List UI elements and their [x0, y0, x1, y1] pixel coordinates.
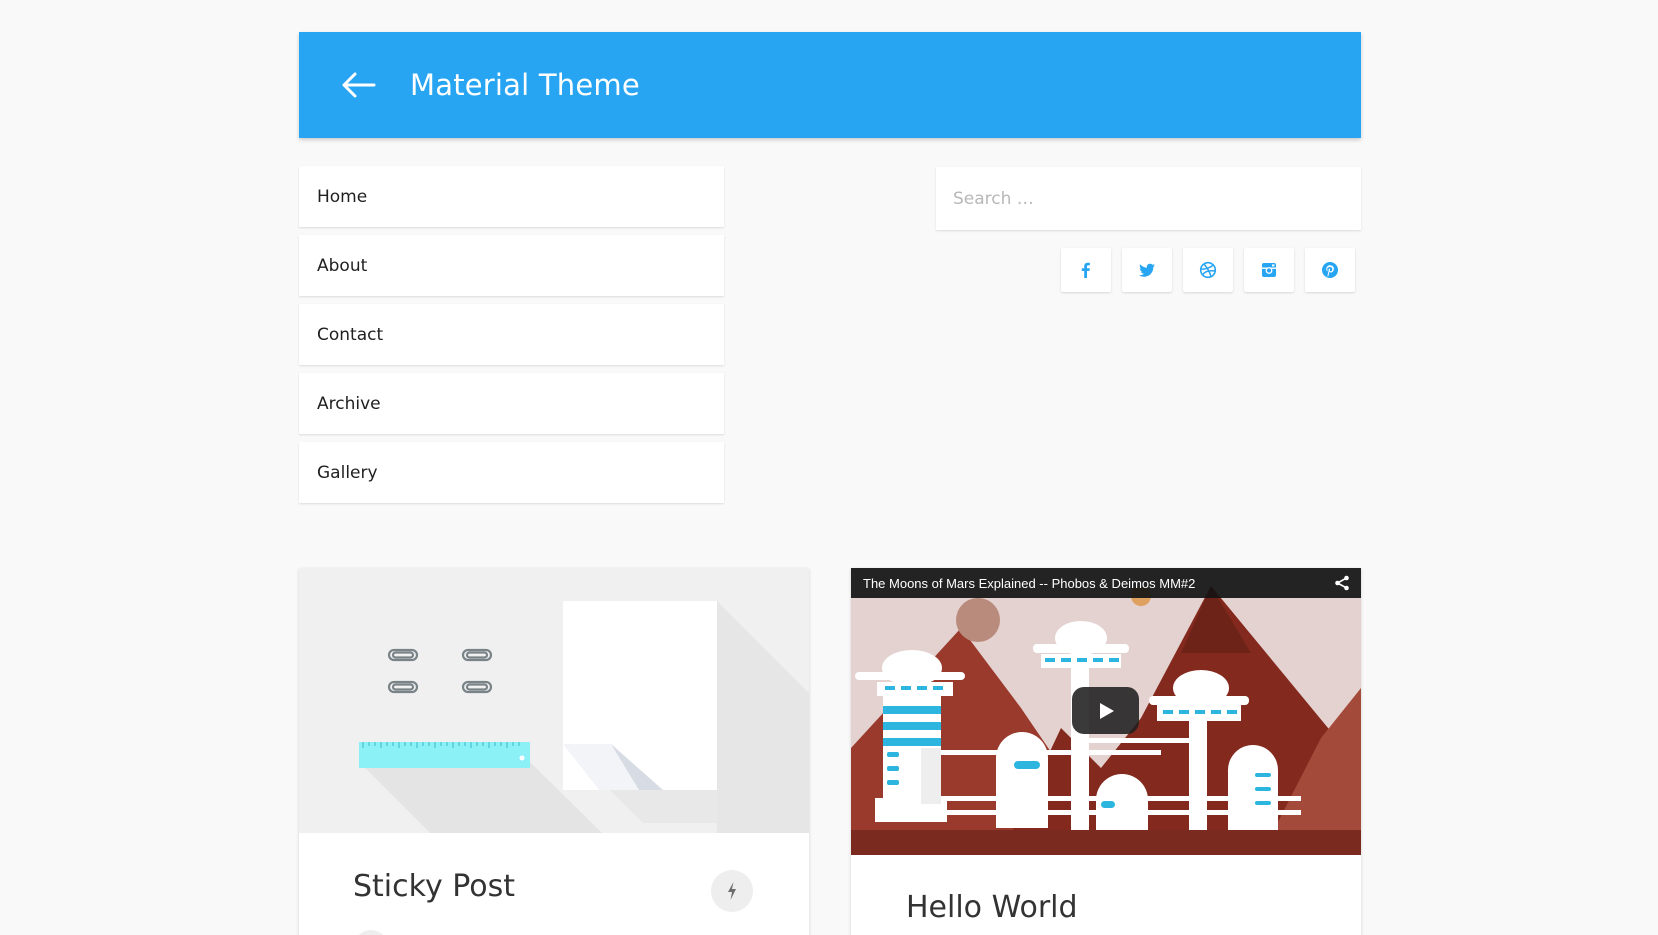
search-box	[936, 167, 1361, 230]
nav-item-label: About	[317, 255, 368, 276]
dribbble-button[interactable]	[1183, 248, 1233, 292]
video-embed[interactable]: The Moons of Mars Explained -- Phobos & …	[851, 568, 1361, 855]
nav-item-contact[interactable]: Contact	[299, 304, 724, 365]
twitter-icon	[1138, 263, 1155, 277]
app-bar: Material Theme	[299, 32, 1361, 138]
video-title[interactable]: The Moons of Mars Explained -- Phobos & …	[863, 576, 1195, 591]
instagram-button[interactable]	[1244, 248, 1294, 292]
sticky-badge	[711, 870, 753, 912]
instagram-icon	[1262, 263, 1276, 277]
nav-item-label: Home	[317, 186, 368, 207]
nav-item-label: Archive	[317, 393, 381, 414]
post-title[interactable]: Sticky Post	[353, 869, 515, 904]
twitter-button[interactable]	[1122, 248, 1172, 292]
social-links	[1061, 248, 1366, 292]
share-icon[interactable]	[1334, 575, 1350, 591]
nav-item-label: Contact	[317, 324, 384, 345]
post-featured-image	[299, 568, 809, 833]
bolt-icon	[728, 882, 736, 900]
nav-item-label: Gallery	[317, 462, 378, 483]
arrow-left-icon	[342, 72, 376, 98]
author-avatar	[354, 930, 388, 935]
main-nav: Home About Contact Archive Gallery	[299, 166, 724, 511]
search-input[interactable]	[953, 188, 1361, 209]
stationery-illustration	[299, 568, 809, 833]
facebook-icon	[1081, 262, 1090, 278]
nav-item-about[interactable]: About	[299, 235, 724, 296]
pinterest-icon	[1322, 262, 1338, 278]
pinterest-button[interactable]	[1305, 248, 1355, 292]
site-title: Material Theme	[410, 68, 640, 102]
nav-item-gallery[interactable]: Gallery	[299, 442, 724, 503]
video-play-button[interactable]	[1072, 687, 1139, 734]
nav-item-archive[interactable]: Archive	[299, 373, 724, 434]
post-title[interactable]: Hello World	[906, 890, 1078, 925]
dribbble-icon	[1199, 261, 1217, 279]
post-card-sticky[interactable]: Sticky Post	[299, 568, 809, 935]
video-title-bar: The Moons of Mars Explained -- Phobos & …	[851, 568, 1361, 598]
back-button[interactable]	[336, 63, 380, 107]
nav-item-home[interactable]: Home	[299, 166, 724, 227]
facebook-button[interactable]	[1061, 248, 1111, 292]
play-icon	[1099, 702, 1114, 719]
post-card-hello-world[interactable]: The Moons of Mars Explained -- Phobos & …	[851, 568, 1361, 935]
